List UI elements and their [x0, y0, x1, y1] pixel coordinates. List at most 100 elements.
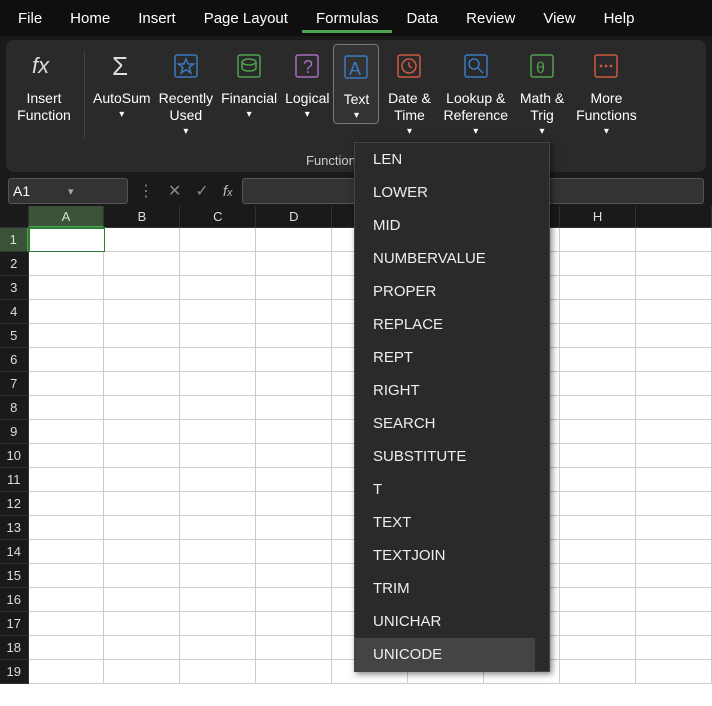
- scroll-up-arrow[interactable]: ▴: [537, 145, 547, 155]
- dropdown-item-right[interactable]: RIGHT: [355, 374, 549, 407]
- row-header[interactable]: 9: [0, 420, 29, 444]
- dropdown-item-unicode[interactable]: UNICODE: [355, 638, 549, 671]
- cell[interactable]: [636, 276, 712, 300]
- cell[interactable]: [560, 300, 636, 324]
- cell[interactable]: [180, 372, 256, 396]
- dropdown-item-proper[interactable]: PROPER: [355, 275, 549, 308]
- cell[interactable]: [29, 396, 105, 420]
- cell[interactable]: [560, 540, 636, 564]
- cell[interactable]: [180, 444, 256, 468]
- cell[interactable]: [180, 300, 256, 324]
- dropdown-item-rept[interactable]: REPT: [355, 341, 549, 374]
- tab-insert[interactable]: Insert: [124, 4, 190, 33]
- tab-data[interactable]: Data: [392, 4, 452, 33]
- cell[interactable]: [180, 468, 256, 492]
- cell[interactable]: [560, 324, 636, 348]
- enter-formula-button[interactable]: ✓: [191, 181, 212, 201]
- dropdown-item-t[interactable]: T: [355, 473, 549, 506]
- cell[interactable]: [256, 492, 332, 516]
- dropdown-item-numbervalue[interactable]: NUMBERVALUE: [355, 242, 549, 275]
- cell[interactable]: [636, 588, 712, 612]
- cell[interactable]: [29, 660, 105, 684]
- cell[interactable]: [29, 636, 105, 660]
- cell[interactable]: [560, 396, 636, 420]
- tab-file[interactable]: File: [4, 4, 56, 33]
- cell[interactable]: [29, 540, 105, 564]
- cell[interactable]: [256, 468, 332, 492]
- cell[interactable]: [560, 516, 636, 540]
- cell[interactable]: [636, 420, 712, 444]
- row-header[interactable]: 18: [0, 636, 29, 660]
- tab-formulas[interactable]: Formulas: [302, 4, 393, 33]
- cell[interactable]: [180, 228, 256, 252]
- dropdown-item-search[interactable]: SEARCH: [355, 407, 549, 440]
- row-header[interactable]: 8: [0, 396, 29, 420]
- cell[interactable]: [256, 324, 332, 348]
- cell[interactable]: [636, 228, 712, 252]
- col-header-c[interactable]: C: [180, 206, 256, 228]
- cell[interactable]: [560, 228, 636, 252]
- cell[interactable]: [104, 612, 180, 636]
- tab-review[interactable]: Review: [452, 4, 529, 33]
- cell[interactable]: [636, 444, 712, 468]
- tab-home[interactable]: Home: [56, 4, 124, 33]
- row-header[interactable]: 1: [0, 228, 29, 252]
- cell[interactable]: [636, 372, 712, 396]
- cell[interactable]: [104, 348, 180, 372]
- cell[interactable]: [29, 516, 105, 540]
- cell[interactable]: [29, 276, 105, 300]
- cell[interactable]: [180, 588, 256, 612]
- cell[interactable]: [105, 228, 181, 252]
- row-header[interactable]: 3: [0, 276, 29, 300]
- cell[interactable]: [180, 420, 256, 444]
- cell[interactable]: [560, 588, 636, 612]
- cell[interactable]: [104, 516, 180, 540]
- row-header[interactable]: 5: [0, 324, 29, 348]
- cell[interactable]: [104, 396, 180, 420]
- cell[interactable]: [560, 252, 636, 276]
- cell[interactable]: [104, 420, 180, 444]
- cell[interactable]: [636, 492, 712, 516]
- dropdown-item-replace[interactable]: REPLACE: [355, 308, 549, 341]
- dropdown-item-trim[interactable]: TRIM: [355, 572, 549, 605]
- row-header[interactable]: 12: [0, 492, 29, 516]
- cell[interactable]: [104, 468, 180, 492]
- financial-button[interactable]: Financial ▾: [217, 44, 281, 122]
- cell[interactable]: [104, 252, 180, 276]
- cell[interactable]: [560, 492, 636, 516]
- cell[interactable]: [636, 252, 712, 276]
- chevron-down-icon[interactable]: ▾: [68, 185, 123, 198]
- row-header[interactable]: 13: [0, 516, 29, 540]
- cell[interactable]: [104, 300, 180, 324]
- dropdown-item-unichar[interactable]: UNICHAR: [355, 605, 549, 638]
- tab-help[interactable]: Help: [590, 4, 649, 33]
- cell[interactable]: [180, 564, 256, 588]
- insert-function-button[interactable]: fx Insert Function: [8, 44, 80, 126]
- cell[interactable]: [180, 324, 256, 348]
- cell[interactable]: [180, 636, 256, 660]
- cell[interactable]: [180, 540, 256, 564]
- col-header-b[interactable]: B: [104, 206, 180, 228]
- cell[interactable]: [256, 516, 332, 540]
- cell[interactable]: [29, 324, 105, 348]
- cell[interactable]: [256, 348, 332, 372]
- cell[interactable]: [636, 300, 712, 324]
- cell[interactable]: [29, 420, 105, 444]
- cell[interactable]: [256, 276, 332, 300]
- cell[interactable]: [29, 588, 105, 612]
- cell[interactable]: [104, 372, 180, 396]
- row-header[interactable]: 15: [0, 564, 29, 588]
- scrollbar-thumb[interactable]: [537, 383, 547, 623]
- cell[interactable]: [180, 276, 256, 300]
- cell[interactable]: [256, 588, 332, 612]
- cell[interactable]: [636, 540, 712, 564]
- cell[interactable]: [29, 564, 105, 588]
- cell[interactable]: [104, 324, 180, 348]
- col-header-h[interactable]: H: [560, 206, 636, 228]
- cell[interactable]: [256, 564, 332, 588]
- date-time-button[interactable]: Date & Time ▾: [379, 44, 439, 139]
- cell[interactable]: [104, 276, 180, 300]
- cell[interactable]: [256, 612, 332, 636]
- row-header[interactable]: 2: [0, 252, 29, 276]
- row-header[interactable]: 16: [0, 588, 29, 612]
